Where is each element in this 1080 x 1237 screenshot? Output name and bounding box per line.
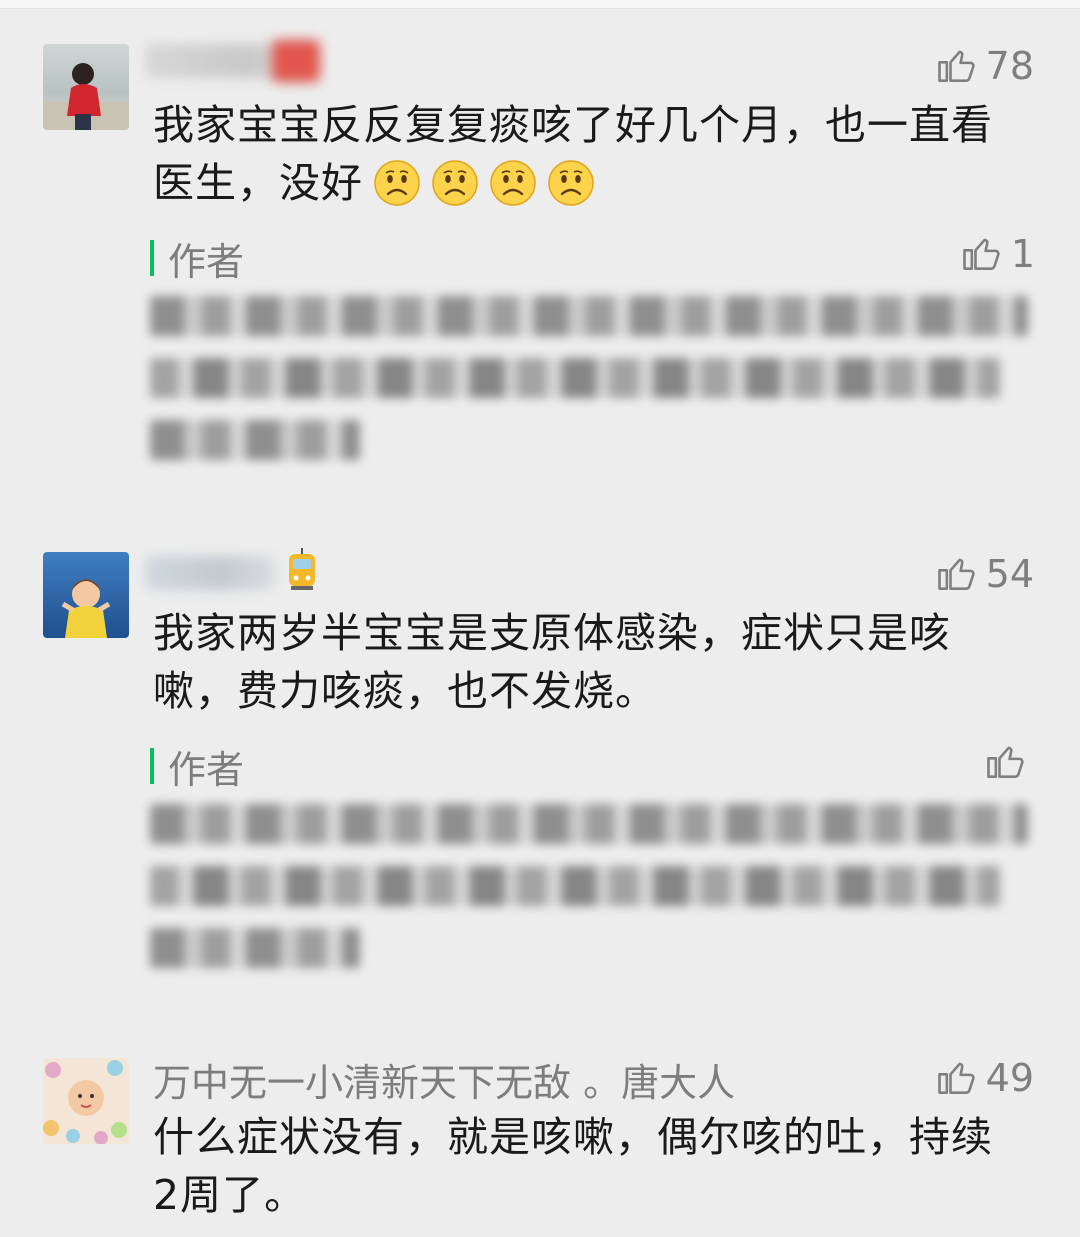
emoji-group	[363, 159, 595, 207]
sad-face-emoji	[432, 160, 478, 206]
like-button[interactable]: 49	[934, 1056, 1034, 1100]
reply-like-count: 1	[1010, 232, 1035, 276]
thumbs-up-icon	[937, 558, 975, 590]
comment-body: 我家两岁半宝宝是支原体感染，症状只是咳嗽，费力咳痰，也不发烧。	[153, 609, 951, 715]
thumbs-up-icon	[937, 1062, 975, 1094]
thumbs-up-icon	[987, 746, 1024, 778]
blurred-reply-line	[150, 420, 360, 460]
author-tag: 作者	[150, 236, 244, 284]
like-count: 78	[985, 44, 1034, 88]
avatar[interactable]	[43, 552, 129, 638]
like-button[interactable]: 54	[934, 552, 1034, 596]
thumbs-up-icon	[937, 50, 975, 82]
blurred-nickname	[145, 556, 275, 590]
comment-text: 什么症状没有，就是咳嗽，偶尔咳的吐，持续2周了。	[153, 1108, 1013, 1224]
author-label: 作者	[168, 239, 245, 284]
tram-emoji	[286, 548, 318, 592]
avatar-image	[43, 63, 129, 130]
nickname[interactable]: 万中无一小清新天下无敌 。唐大人	[153, 1052, 735, 1107]
blurred-nickname-emoji	[272, 40, 320, 82]
blurred-reply-line	[150, 296, 1028, 336]
author-tag: 作者	[150, 744, 244, 792]
blurred-reply-line	[150, 804, 1028, 844]
blurred-reply-line	[150, 358, 1000, 398]
avatar-image	[43, 1060, 127, 1144]
sad-face-emoji	[490, 160, 536, 206]
reply-like-button[interactable]	[983, 740, 1035, 784]
reply-like-button[interactable]: 1	[959, 232, 1035, 276]
top-divider	[0, 0, 1080, 9]
comment-text: 我家两岁半宝宝是支原体感染，症状只是咳嗽，费力咳痰，也不发烧。	[153, 604, 1013, 720]
avatar[interactable]	[43, 44, 129, 130]
blurred-reply-line	[150, 866, 1000, 906]
avatar-image	[61, 579, 111, 638]
thumbs-up-icon	[963, 238, 1000, 270]
author-label: 作者	[168, 747, 245, 792]
author-accent-bar	[150, 748, 154, 784]
sad-face-emoji	[374, 160, 420, 206]
avatar[interactable]	[43, 1058, 129, 1144]
comment-text: 我家宝宝反反复复痰咳了好几个月，也一直看医生，没好	[153, 96, 1013, 212]
sad-face-emoji	[548, 160, 594, 206]
like-count: 54	[985, 552, 1034, 596]
comment-body: 什么症状没有，就是咳嗽，偶尔咳的吐，持续2周了。	[153, 1113, 993, 1219]
like-count: 49	[985, 1056, 1034, 1100]
blurred-reply-line	[150, 928, 360, 968]
like-button[interactable]: 78	[934, 44, 1034, 88]
author-accent-bar	[150, 240, 154, 276]
